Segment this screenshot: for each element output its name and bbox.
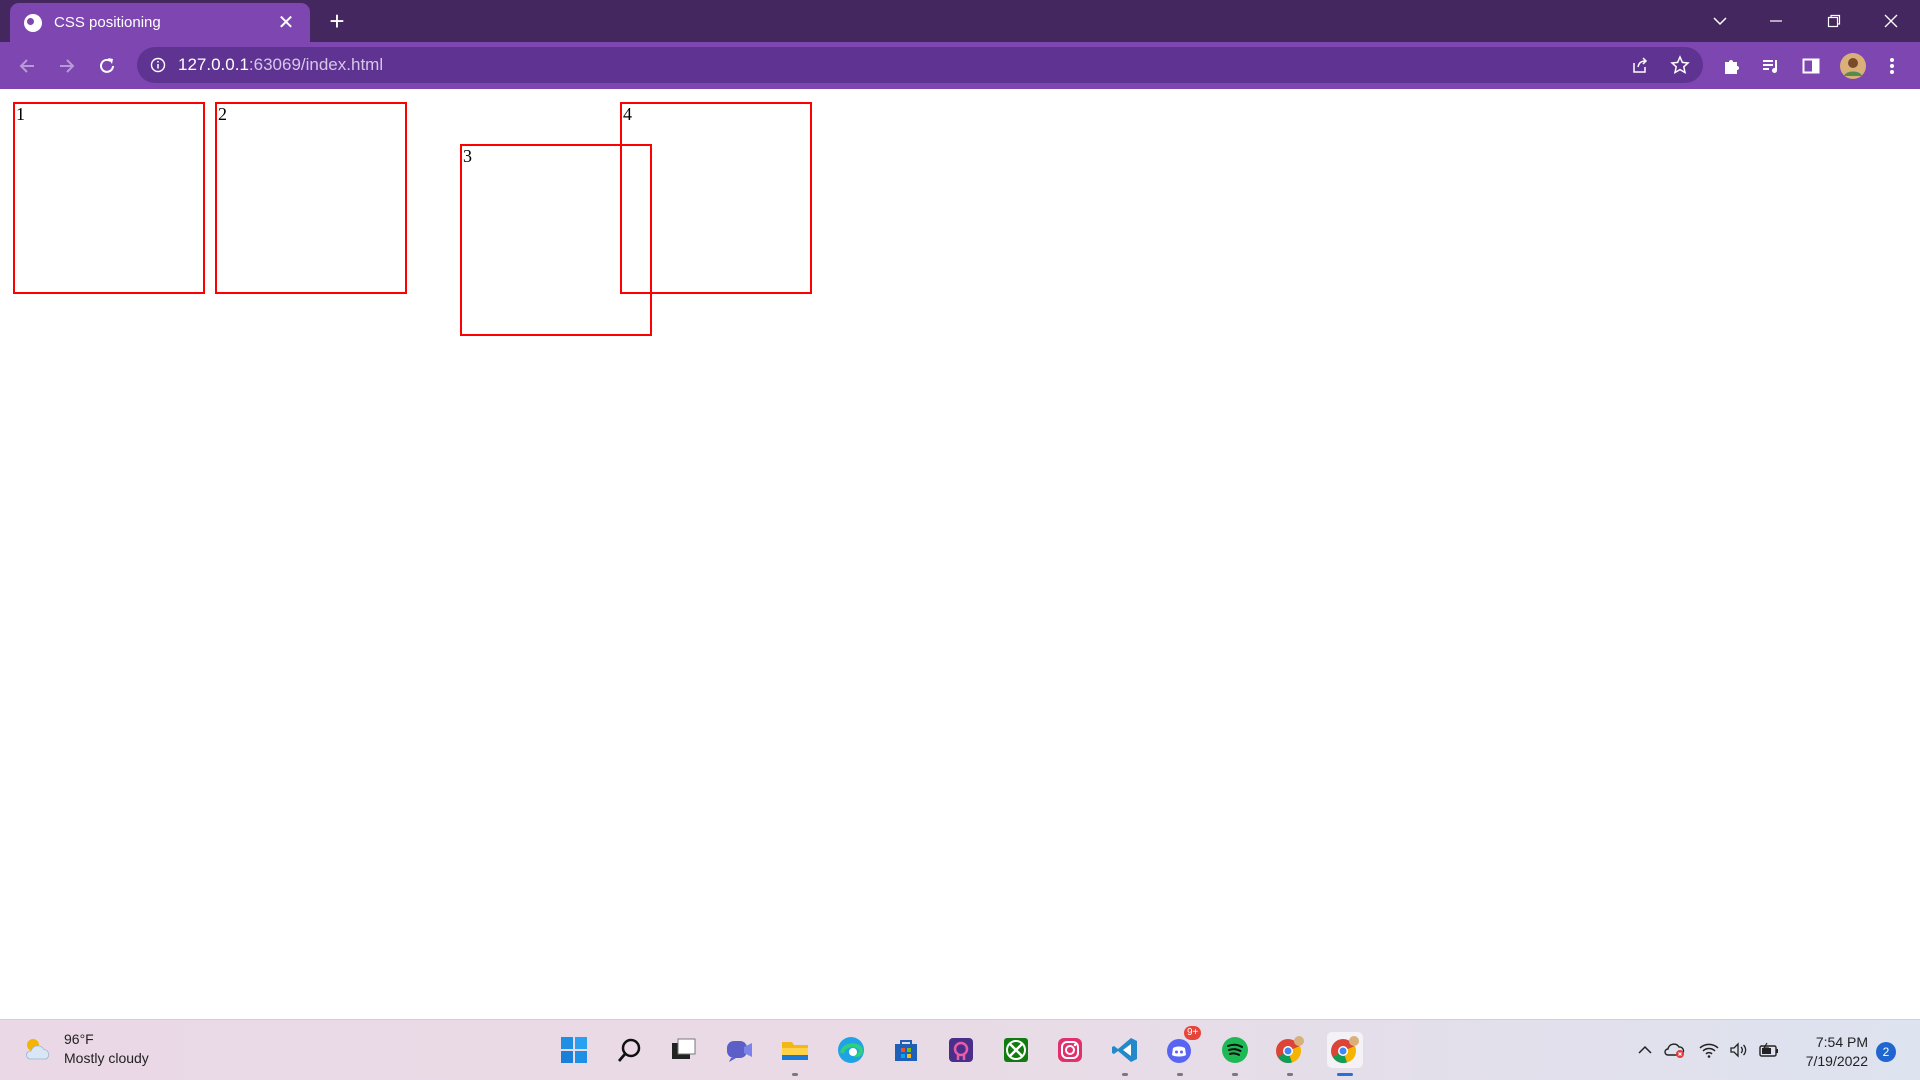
vscode-icon [1112,1038,1137,1062]
weather-temp: 96°F [64,1031,94,1047]
volume-tray-icon[interactable] [1727,1038,1751,1062]
url-host: 127.0.0.1 [178,55,249,74]
search-icon [617,1038,641,1062]
xbox-icon [1004,1038,1028,1062]
edge-icon [838,1037,864,1063]
folder-icon [782,1042,808,1060]
avatar-icon [1840,53,1866,79]
windows-logo-icon [561,1037,587,1063]
arrow-left-icon [19,59,34,73]
clock-time: 7:54 PM [1815,1034,1868,1050]
reload-button[interactable] [91,50,123,82]
restore-button[interactable] [1806,0,1862,42]
running-indicator [1177,1073,1183,1076]
battery-charging-icon [1759,1042,1778,1057]
running-indicator [1287,1073,1293,1076]
tab-search-button[interactable] [1692,0,1748,42]
url-text: 127.0.0.1:63069/index.html [178,47,383,83]
chevron-up-icon [1638,1045,1652,1054]
arrow-right-icon [60,59,75,73]
onedrive-tray-icon[interactable] [1663,1038,1687,1062]
show-hidden-icons-button[interactable] [1633,1038,1657,1062]
box-3: 3 [460,144,652,336]
tab-title: CSS positioning [54,14,161,31]
side-panel-icon [1802,58,1820,74]
puzzle-icon [1725,60,1739,74]
chrome-profile-button[interactable] [1272,1032,1308,1076]
restore-icon [1827,14,1841,28]
box-2: 2 [215,102,407,294]
chrome-icon [1276,1036,1304,1064]
box-1: 1 [13,102,205,294]
browser-toolbar: 127.0.0.1:63069/index.html [0,42,1920,89]
side-panel-button[interactable] [1795,50,1827,82]
store-icon [895,1040,917,1061]
tab-strip: CSS positioning ✕ + [0,0,1920,42]
close-window-button[interactable] [1863,0,1919,42]
pink-app-button[interactable] [943,1032,979,1068]
weather-condition: Mostly cloudy [64,1050,149,1066]
chrome-button[interactable] [1327,1032,1363,1076]
minimize-icon [1770,20,1782,22]
clock-date: 7/19/2022 [1805,1053,1868,1069]
discord-icon [1167,1039,1191,1063]
tab-close-button[interactable]: ✕ [274,11,298,35]
weather-widget[interactable]: 96°F Mostly cloudy [22,1030,149,1068]
more-vert-icon [1890,58,1894,74]
running-indicator [792,1073,798,1076]
media-control-button[interactable] [1755,50,1787,82]
task-view-button[interactable] [665,1032,701,1068]
extensions-button[interactable] [1716,50,1748,82]
windows-taskbar: 96°F Mostly cloudy 9+ 7:54 PM 7/19/2022 … [0,1019,1920,1080]
running-indicator [1122,1073,1128,1076]
forward-button[interactable] [51,50,83,82]
profile-button[interactable] [1837,50,1869,82]
wifi-tray-icon[interactable] [1697,1038,1721,1062]
minimize-button[interactable] [1748,0,1804,42]
cloud-error-icon [1664,1043,1685,1058]
discord-button[interactable]: 9+ [1162,1026,1202,1076]
discord-badge: 9+ [1184,1026,1202,1040]
start-button[interactable] [556,1032,592,1068]
speaker-icon [1730,1042,1747,1058]
xbox-button[interactable] [998,1032,1034,1068]
app-icon [949,1038,973,1062]
close-icon [1884,14,1898,28]
reload-icon [100,58,114,73]
chat-icon [727,1041,752,1062]
search-button[interactable] [612,1032,648,1068]
chrome-menu-button[interactable] [1876,50,1908,82]
microsoft-store-button[interactable] [888,1032,924,1068]
edge-button[interactable] [833,1032,869,1068]
active-indicator [1337,1073,1353,1076]
instagram-icon [1058,1038,1082,1062]
instagram-button[interactable] [1052,1032,1088,1068]
playlist-icon [1763,60,1777,73]
file-explorer-button[interactable] [777,1032,813,1076]
page-viewport: 1 2 4 3 [0,89,1920,1019]
vscode-button[interactable] [1107,1032,1143,1076]
new-tab-button[interactable]: + [322,6,352,36]
spotify-button[interactable] [1217,1032,1253,1076]
share-icon[interactable] [1630,55,1650,75]
chrome-icon [1331,1036,1359,1064]
taskbar-clock[interactable]: 7:54 PM 7/19/2022 [1790,1033,1868,1071]
tab-css-positioning[interactable]: CSS positioning ✕ [10,3,310,42]
wifi-icon [1699,1043,1719,1058]
address-bar[interactable]: 127.0.0.1:63069/index.html [137,47,1703,83]
partly-cloudy-icon [26,1039,50,1060]
running-indicator [1232,1073,1238,1076]
back-button[interactable] [11,50,43,82]
chevron-down-icon [1713,17,1727,26]
url-path: :63069/index.html [248,55,384,74]
battery-tray-icon[interactable] [1757,1038,1781,1062]
globe-icon [24,13,42,32]
star-icon[interactable] [1670,55,1690,75]
info-icon [150,57,166,73]
notification-badge[interactable]: 2 [1876,1042,1896,1062]
spotify-icon [1222,1037,1248,1063]
teams-chat-button[interactable] [721,1032,757,1068]
task-view-icon [672,1038,696,1059]
